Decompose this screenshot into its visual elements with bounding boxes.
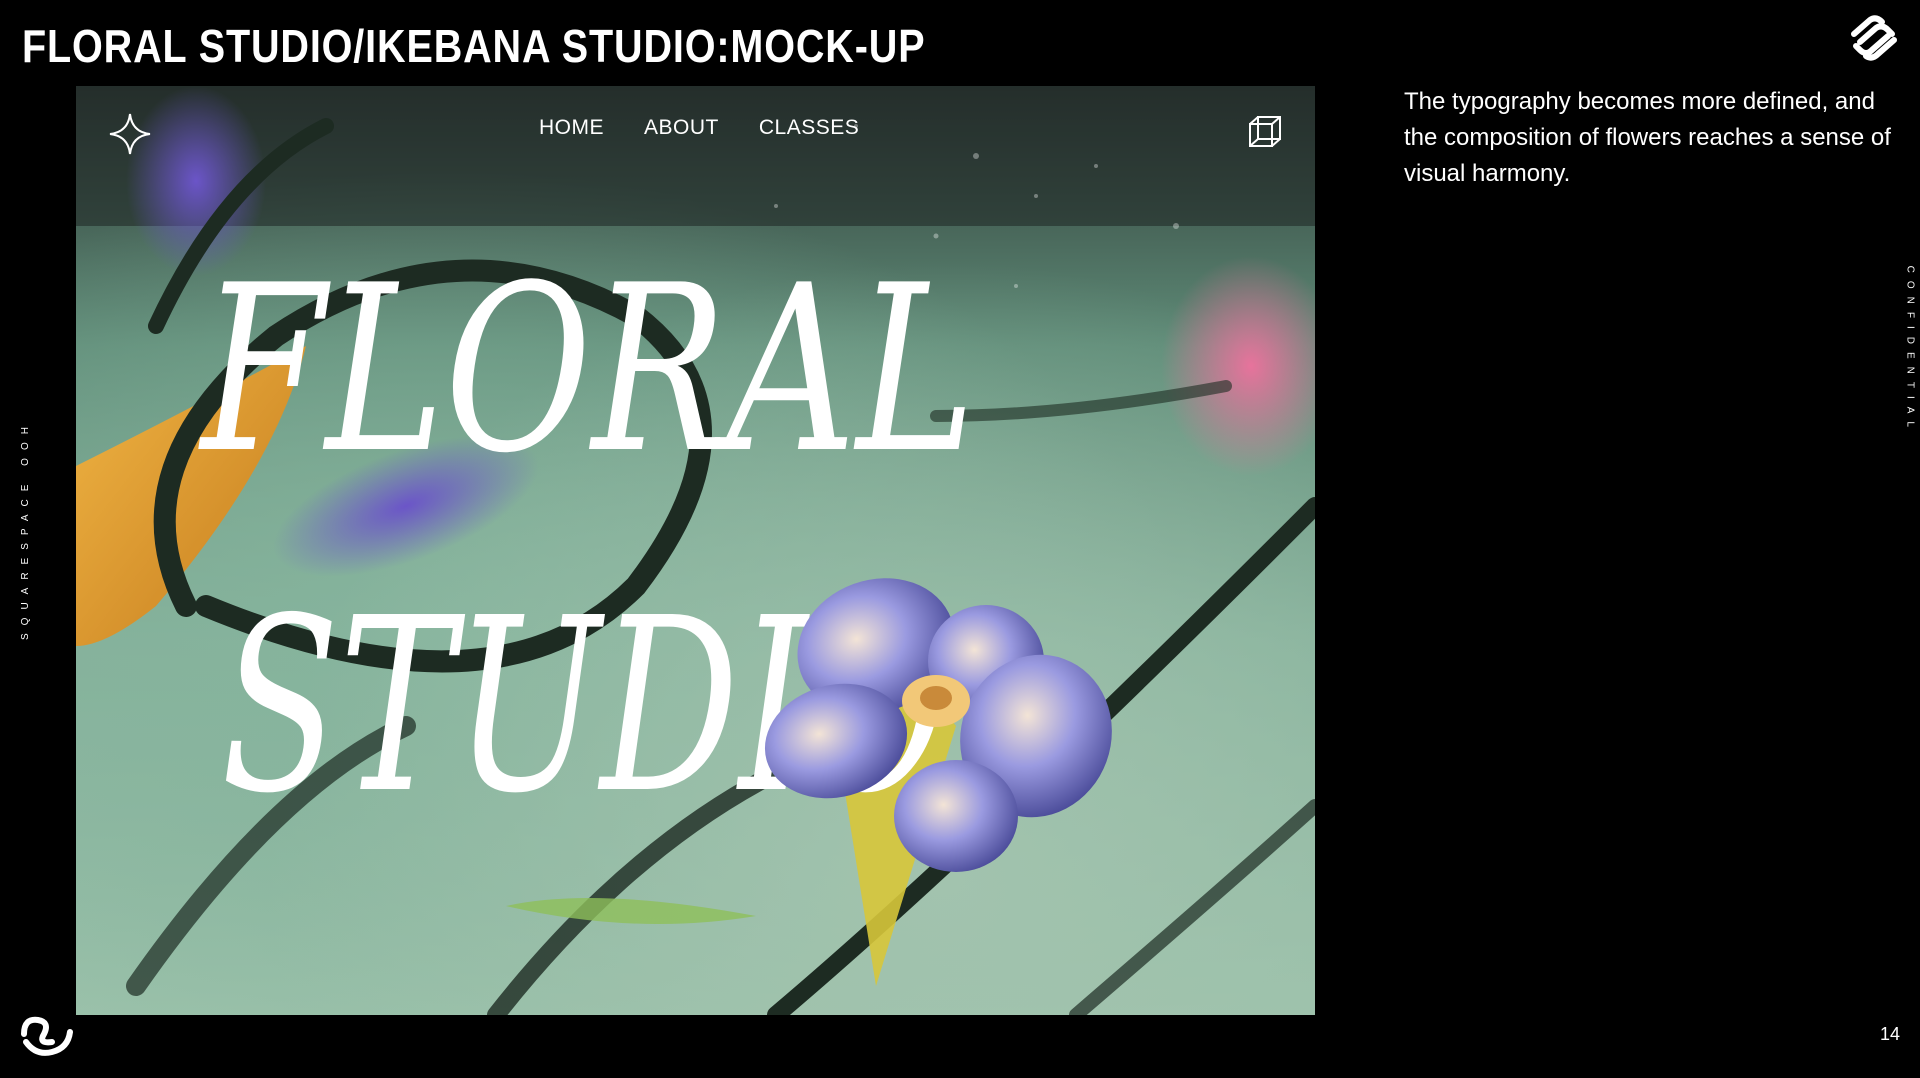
page-number: 14 [1879,1024,1900,1044]
brand-mark-icon [21,1016,73,1056]
nav-home[interactable]: HOME [539,116,604,140]
sparkle-star-icon[interactable] [108,112,152,156]
side-label-right: CONFIDENTIAL [1904,265,1915,435]
website-mockup: FLORAL STUDIO HOME ABOUT CLASSES [76,86,1315,1015]
side-label-left: SQUARESPACE OOH [20,419,31,640]
floral-background-art [76,86,1315,1015]
squarespace-logo-icon [1851,15,1897,61]
cube-icon[interactable] [1247,114,1283,150]
nav-about[interactable]: ABOUT [644,116,719,140]
slide-title: FLORAL STUDIO/IKEBANA STUDIO:MOCK-UP [22,20,926,72]
mockup-nav-menu: HOME ABOUT CLASSES [539,116,859,140]
slide-description: The typography becomes more defined, and… [1404,88,1891,187]
hero-title-line2: STUDIO [221,566,949,846]
hero-title-line1: FLORAL [201,237,976,504]
nav-classes[interactable]: CLASSES [759,116,859,140]
mockup-navbar: HOME ABOUT CLASSES [76,102,1315,158]
